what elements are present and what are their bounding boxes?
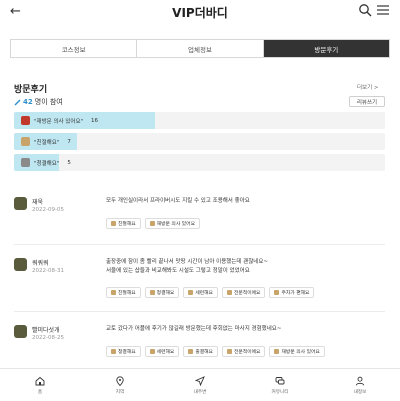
reviewer-name: 빨미다섯개: [32, 327, 60, 334]
tag-icon: [226, 349, 232, 354]
avatar: [14, 258, 27, 271]
count-suffix: 명이 참여: [34, 98, 63, 106]
tab-shop-info[interactable]: 업체정보: [137, 40, 264, 57]
app-header: ← VIP더바디: [0, 0, 400, 26]
review-tag: 세련해요: [183, 287, 218, 298]
review-tag: 출결해요: [183, 346, 218, 357]
nav-home[interactable]: 홈: [0, 369, 80, 401]
tag-icon: [188, 290, 194, 295]
page-title: VIP더바디: [172, 6, 228, 20]
review-tag: 전문적이에요: [221, 346, 266, 357]
location-icon: [116, 375, 124, 386]
tag-icon: [149, 290, 155, 295]
clean-icon: [21, 158, 30, 167]
review-text: 교토 갔다가 어플에 후기가 많길래 방문했는데 후회없는 마사지 경험했네요~: [106, 326, 282, 332]
review-tag: 청결해요: [106, 346, 141, 357]
nav-nearby[interactable]: 내주변: [160, 369, 240, 401]
nav-region[interactable]: 지역: [80, 369, 160, 401]
stat-count: 5: [67, 159, 71, 166]
nav-my-info[interactable]: 내정보: [320, 369, 400, 401]
more-link[interactable]: 더보기 >: [357, 83, 379, 91]
search-icon[interactable]: [358, 3, 372, 17]
review-date: 2022-08-31: [32, 268, 64, 274]
review-tags: 친절해요 청결해요 세련해요 전문적이에요 주차가 편해요: [106, 287, 315, 298]
tag-icon: [188, 349, 194, 354]
count-number: 42: [23, 98, 33, 106]
review-tag: 친절해요: [106, 218, 141, 229]
divider: [14, 244, 385, 245]
stat-label: "재방문 의사 있어요": [34, 118, 84, 125]
review-text: 모두 개인실이라서 프라이버시도 지킬 수 있고 조용해서 좋아요: [106, 198, 250, 204]
menu-icon[interactable]: [376, 3, 390, 17]
tag-icon: [274, 349, 280, 354]
review-text: 출장중에 잠이 좀 빨리 끝나서 맛땅 시간이 남아 이용했는데 괜찮네요~ 서…: [106, 259, 269, 274]
reviewer-name: 쿼쿼쿼: [32, 260, 49, 267]
review-tag: 청결해요: [144, 287, 180, 298]
nav-community[interactable]: 커뮤니티: [240, 369, 320, 401]
participant-count: 42 명이 참여: [14, 97, 63, 107]
chat-icon: [275, 376, 285, 384]
review-tag: 전문적이에요: [221, 287, 266, 298]
stat-bar-clean: "청결해요" 5: [14, 154, 385, 171]
write-review-button[interactable]: 리뷰쓰기: [349, 96, 385, 107]
divider: [14, 311, 385, 312]
tab-course-info[interactable]: 코스정보: [11, 40, 138, 57]
review-tag: 재방문 의사 있어요: [269, 346, 325, 357]
tab-bar: 코스정보 업체정보 방문후기: [10, 39, 390, 58]
stat-bar-revisit: "재방문 의사 있어요" 16: [14, 112, 385, 129]
stat-bar-friendly: "친절해요" 7: [14, 133, 385, 150]
home-icon: [35, 376, 45, 385]
revisit-icon: [21, 116, 30, 125]
tag-icon: [274, 290, 280, 295]
review-tags: 친절해요 재방문 의사 있어요: [106, 218, 201, 229]
nav-label: 홈: [37, 389, 43, 395]
avatar: [14, 197, 27, 210]
bottom-nav: 홈 지역 내주변 커뮤니티 내정보: [0, 368, 400, 401]
review-tag: 재방문 의사 있어요: [144, 218, 201, 229]
nav-label: 내정보: [353, 389, 367, 395]
section-title: 방문후기: [14, 85, 48, 95]
send-icon: [195, 375, 205, 386]
tag-icon: [149, 221, 155, 226]
avatar: [14, 325, 27, 338]
stat-count: 16: [91, 117, 99, 124]
tag-icon: [226, 290, 232, 295]
review-tags: 청결해요 세련해요 출결해요 전문적이에요 재방문 의사 있어요: [106, 346, 325, 357]
review-date: 2022-08-25: [32, 335, 64, 341]
nav-label: 내주변: [193, 389, 207, 395]
tag-icon: [149, 349, 155, 354]
pencil-icon: [14, 99, 21, 105]
review-tag: 세련해요: [144, 346, 180, 357]
nav-label: 지역: [115, 389, 125, 395]
tag-icon: [111, 349, 116, 354]
stat-label: "친절해요": [34, 139, 60, 146]
review-date: 2022-09-05: [32, 207, 64, 213]
tab-reviews[interactable]: 방문후기: [263, 40, 389, 57]
user-icon: [355, 376, 365, 385]
nav-label: 커뮤니티: [271, 389, 289, 395]
review-tag: 친절해요: [106, 287, 141, 298]
stat-label: "청결해요": [34, 160, 60, 167]
friendly-icon: [21, 137, 30, 146]
stat-count: 7: [67, 138, 71, 145]
tag-icon: [111, 290, 116, 295]
reviewer-name: 재욱: [32, 199, 44, 206]
review-tag: 주차가 편해요: [269, 287, 315, 298]
tag-icon: [111, 221, 116, 226]
